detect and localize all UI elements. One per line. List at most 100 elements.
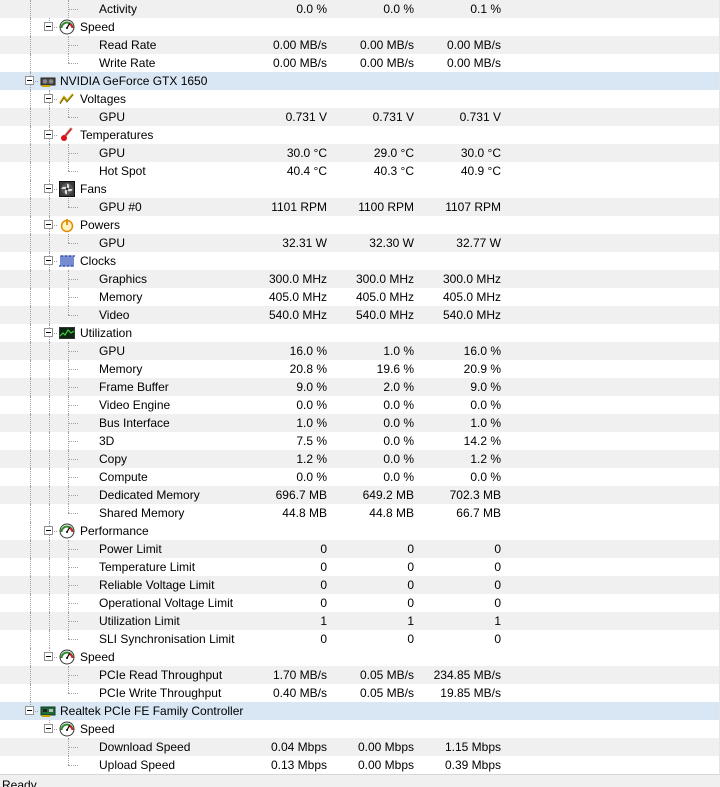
sensor-row[interactable]: Reliable Voltage Limit 0 0 0 xyxy=(0,576,720,594)
value-current: 405.0 MHz xyxy=(268,290,327,304)
hardware-name: Realtek PCIe FE Family Controller xyxy=(60,704,244,718)
tree-line xyxy=(49,234,50,252)
sensor-row[interactable]: Memory 20.8 % 19.6 % 20.9 % xyxy=(0,360,720,378)
sensor-name: Graphics xyxy=(99,272,148,286)
sensor-row[interactable]: Shared Memory 44.8 MB 44.8 MB 66.7 MB xyxy=(0,504,720,522)
sensor-row[interactable]: Video 540.0 MHz 540.0 MHz 540.0 MHz xyxy=(0,306,720,324)
tree-line xyxy=(49,558,50,576)
group-name: Speed xyxy=(80,722,115,736)
sensor-row[interactable]: Activity 0.0 % 0.0 % 0.1 % xyxy=(0,0,720,18)
sensor-row[interactable]: Operational Voltage Limit 0 0 0 xyxy=(0,594,720,612)
tree-line xyxy=(68,549,78,550)
value-min: 300.0 MHz xyxy=(355,272,414,286)
sensor-row[interactable]: Frame Buffer 9.0 % 2.0 % 9.0 % xyxy=(0,378,720,396)
sensor-group-row[interactable]: Speed xyxy=(0,648,720,666)
tree-line xyxy=(68,351,78,352)
sensor-group-row[interactable]: Performance xyxy=(0,522,720,540)
collapse-toggle[interactable] xyxy=(44,256,53,265)
hardware-row[interactable]: Realtek PCIe FE Family Controller xyxy=(0,702,720,720)
sensor-group-row[interactable]: Temperatures xyxy=(0,126,720,144)
value-max: 0.731 V xyxy=(459,110,501,124)
tree-line xyxy=(30,54,31,72)
sensor-name: Read Rate xyxy=(99,38,157,52)
sensor-row[interactable]: Memory 405.0 MHz 405.0 MHz 405.0 MHz xyxy=(0,288,720,306)
collapse-toggle[interactable] xyxy=(44,94,53,103)
sensor-row[interactable]: Bus Interface 1.0 % 0.0 % 1.0 % xyxy=(0,414,720,432)
sensor-row[interactable]: Power Limit 0 0 0 xyxy=(0,540,720,558)
sensor-row[interactable]: PCIe Write Throughput 0.40 MB/s 0.05 MB/s 1… xyxy=(0,684,720,702)
sensor-row[interactable]: Upload Speed 0.13 Mbps 0.00 Mbps 0.39 Mbps xyxy=(0,756,720,774)
tree-line xyxy=(68,477,78,478)
sensor-group-row[interactable]: Utilization xyxy=(0,324,720,342)
sensor-row[interactable]: GPU #0 1101 RPM 1100 RPM 1107 RPM xyxy=(0,198,720,216)
tree-line xyxy=(49,306,50,324)
collapse-toggle[interactable] xyxy=(44,220,53,229)
sensor-tree[interactable]: Activity 0.0 % 0.0 % 0.1 % Speed Read Rate 0.0… xyxy=(0,0,720,774)
value-max: 1107 RPM xyxy=(445,200,501,214)
value-current: 0.00 MB/s xyxy=(272,38,327,52)
value-current: 20.8 % xyxy=(289,362,327,376)
sensor-row[interactable]: Copy 1.2 % 0.0 % 1.2 % xyxy=(0,450,720,468)
value-max: 0 xyxy=(494,632,501,646)
tree-line xyxy=(49,198,50,216)
sensor-name: Dedicated Memory xyxy=(99,488,200,502)
sensor-row[interactable]: SLI Synchronisation Limit 0 0 0 xyxy=(0,630,720,648)
tree-line xyxy=(68,45,78,46)
sensor-row[interactable]: Write Rate 0.00 MB/s 0.00 MB/s 0.00 MB/s xyxy=(0,54,720,72)
sensor-row[interactable]: Temperature Limit 0 0 0 xyxy=(0,558,720,576)
sensor-row[interactable]: Graphics 300.0 MHz 300.0 MHz 300.0 MHz xyxy=(0,270,720,288)
collapse-toggle[interactable] xyxy=(44,724,53,733)
sensor-row[interactable]: Dedicated Memory 696.7 MB 649.2 MB 702.3 MB xyxy=(0,486,720,504)
value-min: 0 xyxy=(407,542,414,556)
value-current: 1.70 MB/s xyxy=(272,668,327,682)
tree-line xyxy=(49,576,50,594)
sensor-row[interactable]: Read Rate 0.00 MB/s 0.00 MB/s 0.00 MB/s xyxy=(0,36,720,54)
sensor-group-row[interactable]: Clocks xyxy=(0,252,720,270)
tree-line xyxy=(68,504,69,513)
hardware-row[interactable]: NVIDIA GeForce GTX 1650 xyxy=(0,72,720,90)
value-min: 0.0 % xyxy=(383,434,414,448)
value-current: 0.00 MB/s xyxy=(272,56,327,70)
sensor-group-row[interactable]: Speed xyxy=(0,720,720,738)
sensor-row[interactable]: Download Speed 0.04 Mbps 0.00 Mbps 1.15 Mbp… xyxy=(0,738,720,756)
collapse-toggle[interactable] xyxy=(44,652,53,661)
collapse-toggle[interactable] xyxy=(44,130,53,139)
sensor-group-row[interactable]: Voltages xyxy=(0,90,720,108)
sensor-row[interactable]: Utilization Limit 1 1 1 xyxy=(0,612,720,630)
value-current: 9.0 % xyxy=(296,380,327,394)
sensor-row[interactable]: GPU 30.0 °C 29.0 °C 30.0 °C xyxy=(0,144,720,162)
sensor-row[interactable]: Hot Spot 40.4 °C 40.3 °C 40.9 °C xyxy=(0,162,720,180)
sensor-group-row[interactable]: Powers xyxy=(0,216,720,234)
sensor-group-row[interactable]: Fans xyxy=(0,180,720,198)
value-min: 0 xyxy=(407,578,414,592)
sensor-group-row[interactable]: Speed xyxy=(0,18,720,36)
collapse-toggle[interactable] xyxy=(44,184,53,193)
tree-line xyxy=(68,747,78,748)
sensor-row[interactable]: 3D 7.5 % 0.0 % 14.2 % xyxy=(0,432,720,450)
collapse-toggle[interactable] xyxy=(25,76,34,85)
value-min: 0 xyxy=(407,560,414,574)
sensor-row[interactable]: PCIe Read Throughput 1.70 MB/s 0.05 MB/s 23… xyxy=(0,666,720,684)
sensor-name: SLI Synchronisation Limit xyxy=(99,632,235,646)
sensor-row[interactable]: GPU 32.31 W 32.30 W 32.77 W xyxy=(0,234,720,252)
tree-line xyxy=(68,621,78,622)
sensor-row[interactable]: GPU 16.0 % 1.0 % 16.0 % xyxy=(0,342,720,360)
tree-line xyxy=(30,468,31,486)
tree-line xyxy=(68,387,78,388)
sensor-row[interactable]: GPU 0.731 V 0.731 V 0.731 V xyxy=(0,108,720,126)
sensor-row[interactable]: Video Engine 0.0 % 0.0 % 0.0 % xyxy=(0,396,720,414)
collapse-toggle[interactable] xyxy=(25,706,34,715)
tree-line xyxy=(49,468,50,486)
collapse-toggle[interactable] xyxy=(44,328,53,337)
tree-line xyxy=(68,756,69,765)
sensor-row[interactable]: Compute 0.0 % 0.0 % 0.0 % xyxy=(0,468,720,486)
group-name: Powers xyxy=(80,218,121,232)
collapse-toggle[interactable] xyxy=(44,22,53,31)
value-current: 1101 RPM xyxy=(271,200,327,214)
collapse-toggle[interactable] xyxy=(44,526,53,535)
value-min: 0.0 % xyxy=(383,470,414,484)
tree-line xyxy=(68,459,78,460)
value-min: 540.0 MHz xyxy=(355,308,414,322)
value-current: 0.731 V xyxy=(285,110,327,124)
value-current: 32.31 W xyxy=(282,236,327,250)
